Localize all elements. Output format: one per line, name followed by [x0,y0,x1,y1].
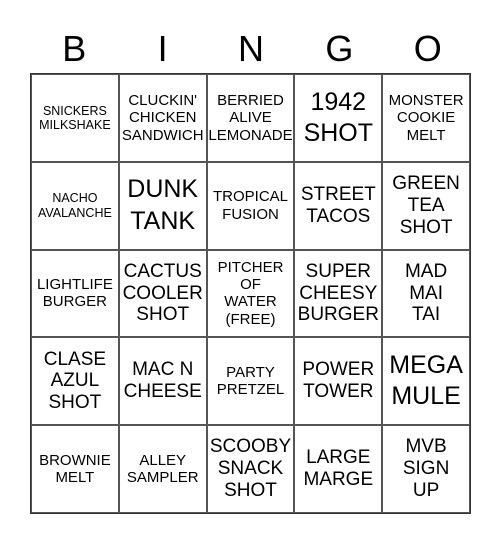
bingo-cell[interactable]: CLASE AZUL SHOT [31,337,119,426]
bingo-cell[interactable]: LARGE MARGE [294,425,383,513]
bingo-cell-label: ALLEY SAMPLER [126,451,199,487]
bingo-cell-label: GREEN TEA SHOT [392,172,460,238]
bingo-cell-label: SUPER CHEESY BURGER [297,260,379,326]
bingo-cell[interactable]: POWER TOWER [294,337,383,426]
bingo-cell[interactable]: STREET TACOS [294,161,383,250]
bingo-cell-label: NACHO AVALANCHE [37,191,112,220]
header-letter-g: G [325,28,354,69]
bingo-cell-label: BERRIED ALIVE LEMONADE [208,92,293,144]
bingo-cell[interactable]: 1942 SHOT [294,74,383,162]
bingo-cell-label: PARTY PRETZEL [216,364,285,399]
bingo-cell-label: CACTUS COOLER SHOT [122,260,203,326]
bingo-cell-label: TROPICAL FUSION [212,188,288,223]
bingo-grid: SNICKERS MILKSHAKE CLUCKIN' CHICKEN SANDW… [30,73,471,514]
bingo-cell-label: DUNK TANK [127,175,199,235]
bingo-cell[interactable]: SCOOBY SNACK SHOT [206,425,295,513]
bingo-cell[interactable]: MEGA MULE [382,337,470,426]
header-letter-o: O [413,28,442,69]
header-letter-i: I [157,28,168,69]
bingo-cell[interactable]: MVB SIGN UP [382,425,470,513]
bingo-cell-label: LARGE MARGE [303,447,374,491]
bingo-cell[interactable]: MONSTER COOKIE MELT [382,74,470,162]
bingo-cell[interactable]: TROPICAL FUSION [206,161,295,250]
bingo-cell[interactable]: PITCHER OF WATER (FREE) [206,249,295,338]
bingo-cell[interactable]: MAD MAI TAI [382,249,470,338]
bingo-header: B I N G O [30,26,472,72]
bingo-cell[interactable]: PARTY PRETZEL [206,337,295,426]
bingo-cell-label: MAC N CHEESE [123,359,202,403]
bingo-cell-label: MAD MAI TAI [404,260,448,326]
header-letter-b: B [62,28,87,69]
bingo-cell-label: SCOOBY SNACK SHOT [209,436,292,502]
bingo-cell[interactable]: GREEN TEA SHOT [382,161,470,250]
header-letter-n: N [237,28,264,69]
bingo-cell-label: LIGHTLIFE BURGER [36,276,113,311]
bingo-cell[interactable]: DUNK TANK [118,161,207,250]
bingo-cell[interactable]: NACHO AVALANCHE [31,161,119,250]
bingo-cell[interactable]: BERRIED ALIVE LEMONADE [206,74,295,162]
bingo-cell[interactable]: BROWNIE MELT [31,425,119,513]
bingo-cell-label: SNICKERS MILKSHAKE [39,103,111,132]
bingo-cell[interactable]: MAC N CHEESE [118,337,207,426]
bingo-cell[interactable]: SNICKERS MILKSHAKE [31,74,119,162]
bingo-cell[interactable]: CACTUS COOLER SHOT [118,249,207,338]
bingo-cell-label: POWER TOWER [302,359,375,403]
bingo-cell[interactable]: ALLEY SAMPLER [118,425,207,513]
bingo-cell-label: PITCHER OF WATER (FREE) [217,258,284,328]
bingo-cell-label: MEGA MULE [389,351,463,411]
bingo-cell-label: CLUCKIN' CHICKEN SANDWICH [121,92,204,144]
bingo-cell-label: BROWNIE MELT [39,451,111,487]
bingo-cell[interactable]: SUPER CHEESY BURGER [294,249,383,338]
bingo-cell-label: CLASE AZUL SHOT [43,348,107,414]
bingo-cell[interactable]: CLUCKIN' CHICKEN SANDWICH [118,74,207,162]
bingo-cell[interactable]: LIGHTLIFE BURGER [31,249,119,338]
bingo-cell-label: STREET TACOS [300,183,376,227]
bingo-cell-label: MVB SIGN UP [402,436,450,502]
bingo-cell-label: 1942 SHOT [303,87,374,147]
bingo-cell-label: MONSTER COOKIE MELT [388,92,464,144]
